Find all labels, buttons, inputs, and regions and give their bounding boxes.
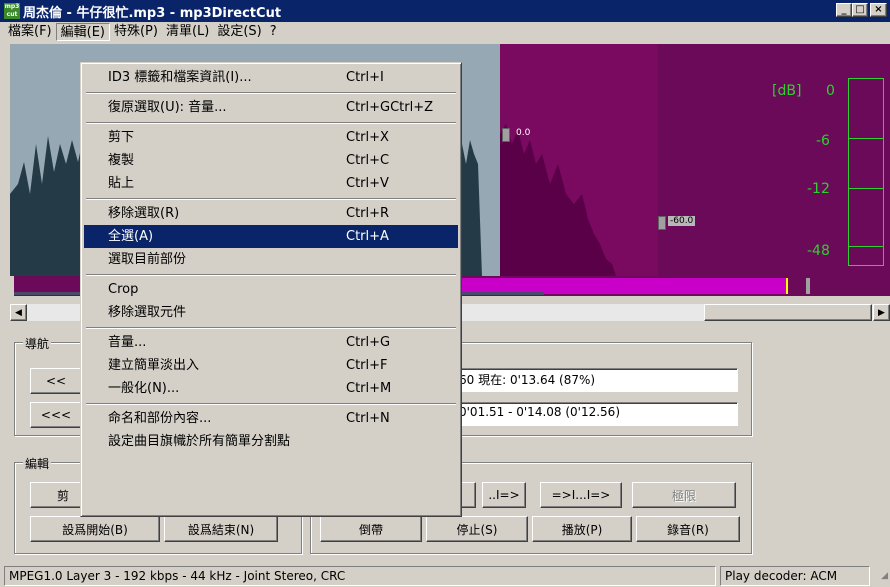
edit-menu-item[interactable]: 一般化(N)... Ctrl+M <box>84 377 458 400</box>
resize-grip-icon[interactable]: ◢ <box>872 568 888 584</box>
edit-menu-dropdown: ID3 標籤和檔案資訊(I)... Ctrl+I 復原選取(U): 音量... Ctr… <box>80 62 462 517</box>
scroll-left-icon[interactable]: ◀ <box>10 304 27 321</box>
marker-handle-1[interactable] <box>502 128 510 142</box>
edit-menu-item-label: 移除選取(R) <box>108 206 180 221</box>
decoder-status: Play decoder: ACM <box>720 566 870 586</box>
menu-bar: 檔案(F) 編輯(E) 特殊(P) 清單(L) 設定(S) ? <box>0 22 890 42</box>
edit-menu-item-label: 剪下 <box>108 130 135 145</box>
play-selection-button[interactable]: =>I...I=> <box>540 482 622 508</box>
edit-menu-item[interactable]: 剪下 Ctrl+X <box>84 126 458 149</box>
edit-menu-item[interactable]: 移除選取(R) Ctrl+R <box>84 202 458 225</box>
marker-label-1: 0.0 <box>516 128 531 138</box>
edit-menu-item[interactable]: 移除選取元件 <box>84 301 458 324</box>
edit-menu-item-shortcut: Ctrl+I <box>346 70 384 85</box>
marker-handle-2[interactable] <box>658 216 666 230</box>
edit-menu-item-label: 貼上 <box>108 176 135 191</box>
close-button[interactable]: × <box>870 3 887 17</box>
edit-menu-item-shortcut: Ctrl+A <box>346 229 389 244</box>
edit-menu-item-shortcut: Ctrl+N <box>346 411 390 426</box>
menu-separator <box>84 195 458 202</box>
db-level-6: -6 <box>816 133 830 149</box>
edit-menu-item-label: 全選(A) <box>108 229 154 244</box>
edit-menu-item[interactable]: 設定曲目旗幟於所有簡單分割點 <box>84 430 458 453</box>
edit-menu-item-shortcut: Ctrl+F <box>346 358 388 373</box>
level-meter <box>848 78 884 266</box>
edit-menu-item-shortcut: Ctrl+GCtrl+Z <box>346 100 434 115</box>
position-display: 60 現在: 0'13.64 (87%) <box>454 368 738 392</box>
edit-menu-item[interactable]: 建立簡單淡出入 Ctrl+F <box>84 354 458 377</box>
stop-button[interactable]: 停止(S) <box>426 516 528 542</box>
edit-menu-item[interactable]: 貼上 Ctrl+V <box>84 172 458 195</box>
edit-menu-item-shortcut: Ctrl+X <box>346 130 389 145</box>
scroll-right-icon[interactable]: ▶ <box>873 304 890 321</box>
edit-menu-item[interactable]: ID3 標籤和檔案資訊(I)... Ctrl+I <box>84 66 458 89</box>
menu-separator <box>84 400 458 407</box>
edit-menu-item[interactable]: 音量... Ctrl+G <box>84 331 458 354</box>
menu-special[interactable]: 特殊(P) <box>110 23 162 41</box>
prev-far-button[interactable]: <<< <box>30 402 82 428</box>
set-begin-button[interactable]: 設爲開始(B) <box>30 516 160 542</box>
edit-menu-item-label: 選取目前部份 <box>108 252 187 267</box>
edit-menu-item-label: 建立簡單淡出入 <box>108 358 200 373</box>
edit-menu-item[interactable]: 全選(A) Ctrl+A <box>84 225 458 248</box>
db-unit-label: [dB] <box>772 83 802 99</box>
edit-group-label: 編輯 <box>23 455 52 472</box>
status-bar: MPEG1.0 Layer 3 - 192 kbps - 44 kHz - Jo… <box>0 563 890 587</box>
edit-menu-item-label: 複製 <box>108 153 135 168</box>
menu-settings[interactable]: 設定(S) <box>213 23 265 41</box>
file-info-status: MPEG1.0 Layer 3 - 192 kbps - 44 kHz - Jo… <box>4 566 716 586</box>
edit-menu-item[interactable]: 命名和部份內容... Ctrl+N <box>84 407 458 430</box>
edit-menu-item[interactable]: 選取目前部份 <box>84 248 458 271</box>
scroll-thumb[interactable] <box>704 304 872 321</box>
edit-menu-item-label: 設定曲目旗幟於所有簡單分割點 <box>108 434 291 449</box>
menu-edit[interactable]: 編輯(E) <box>55 23 110 41</box>
db-level-12: -12 <box>807 181 830 197</box>
menu-separator <box>84 119 458 126</box>
menu-list[interactable]: 清單(L) <box>162 23 213 41</box>
menu-separator <box>84 271 458 278</box>
edit-menu-item[interactable]: 復原選取(U): 音量... Ctrl+GCtrl+Z <box>84 96 458 119</box>
edit-menu-item-label: ID3 標籤和檔案資訊(I)... <box>108 70 252 85</box>
edit-menu-item-shortcut: Ctrl+C <box>346 153 390 168</box>
title-bar[interactable]: mp3 cut 周杰倫 - 牛仔很忙.mp3 - mp3DirectCut _ … <box>0 0 890 22</box>
record-button[interactable]: 錄音(R) <box>636 516 740 542</box>
prev-button[interactable]: << <box>30 368 82 394</box>
edit-menu-item-shortcut: Ctrl+M <box>346 381 392 396</box>
db-level-0: 0 <box>826 83 835 99</box>
menu-file[interactable]: 檔案(F) <box>4 23 56 41</box>
edit-menu-item-label: 音量... <box>108 335 147 350</box>
menu-separator <box>84 89 458 96</box>
edit-menu-item-shortcut: Ctrl+R <box>346 206 390 221</box>
edit-menu-item-shortcut: Ctrl+V <box>346 176 389 191</box>
edit-menu-item-label: Crop <box>108 282 139 297</box>
edit-menu-item[interactable]: 複製 Ctrl+C <box>84 149 458 172</box>
rewind-button[interactable]: 倒帶 <box>320 516 422 542</box>
limit-button[interactable]: 極限 <box>632 482 736 508</box>
maximize-button[interactable]: □ <box>852 3 868 17</box>
window-title: 周杰倫 - 牛仔很忙.mp3 - mp3DirectCut <box>23 5 282 21</box>
selection-display: 0'01.51 - 0'14.08 (0'12.56) <box>454 402 738 426</box>
next-cue-button[interactable]: ..I=> <box>482 482 526 508</box>
edit-menu-item-label: 移除選取元件 <box>108 305 187 320</box>
edit-menu-item-shortcut: Ctrl+G <box>346 335 391 350</box>
db-level-48: -48 <box>807 243 830 259</box>
marker-label-2: -60.0 <box>668 216 696 226</box>
set-end-button[interactable]: 設爲結束(N) <box>164 516 278 542</box>
menu-help[interactable]: ? <box>266 23 281 41</box>
edit-menu-item-label: 復原選取(U): 音量... <box>108 100 227 115</box>
edit-menu-item-label: 一般化(N)... <box>108 381 180 396</box>
edit-menu-item-label: 命名和部份內容... <box>108 411 212 426</box>
app-icon: mp3 cut <box>4 3 20 19</box>
edit-menu-item[interactable]: Crop <box>84 278 458 301</box>
play-button[interactable]: 播放(P) <box>532 516 632 542</box>
minimize-button[interactable]: _ <box>836 3 852 17</box>
menu-separator <box>84 324 458 331</box>
navigation-label: 導航 <box>23 335 52 352</box>
